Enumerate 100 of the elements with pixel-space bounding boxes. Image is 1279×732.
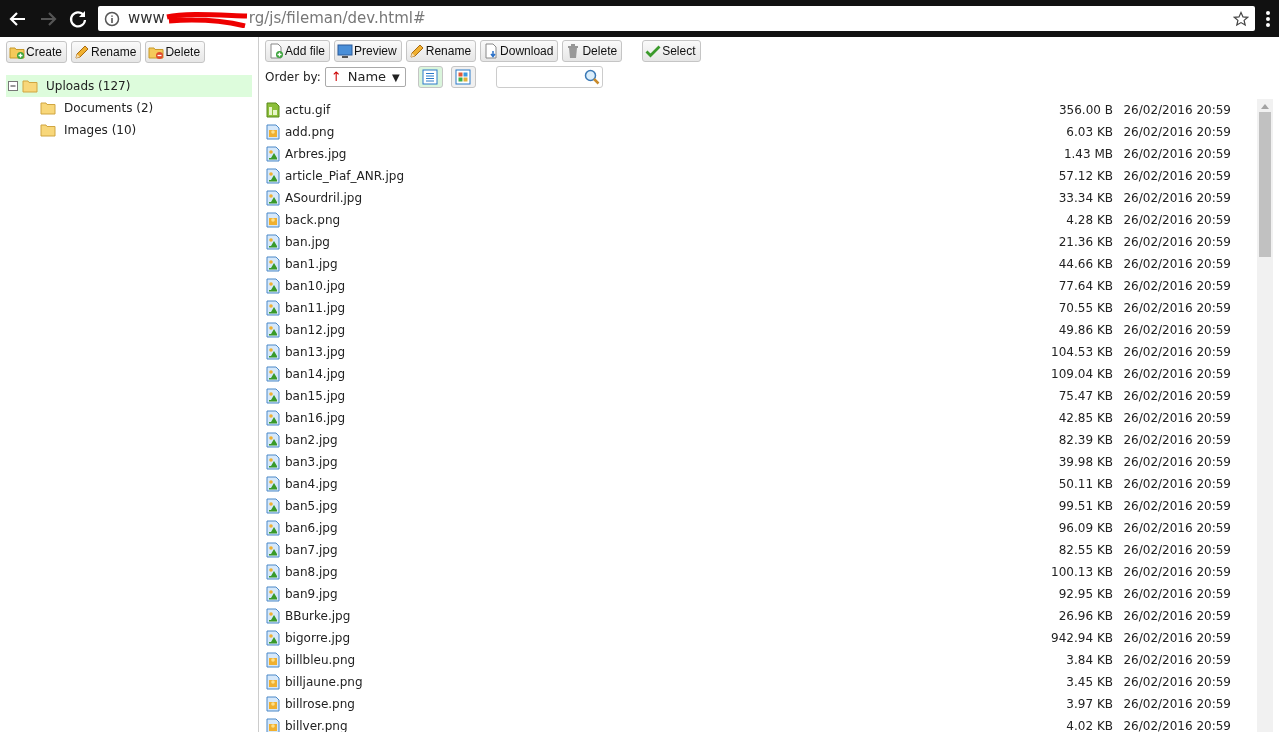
file-name[interactable]: ban15.jpg [281, 387, 993, 405]
list-view-button[interactable] [417, 66, 443, 88]
file-size: 26.96 KB [1057, 608, 1113, 625]
toolbar-button[interactable]: Add file [265, 40, 331, 62]
file-date: 26/02/2016 20:59 [1122, 718, 1231, 732]
file-name[interactable]: ban9.jpg [281, 585, 993, 603]
image-file-icon [265, 630, 281, 646]
file-name[interactable]: ban14.jpg [281, 365, 993, 383]
file-size: 6.03 KB [1065, 124, 1113, 141]
check-icon [645, 43, 662, 59]
file-date: 26/02/2016 20:59 [1122, 102, 1231, 119]
file-name[interactable]: billver.png [281, 717, 993, 732]
grid-view-button[interactable] [450, 66, 476, 88]
file-size: 100.13 KB [1050, 564, 1113, 581]
search-icon[interactable] [583, 69, 600, 85]
file-size: 33.34 KB [1057, 190, 1113, 207]
image-file-icon [265, 454, 281, 470]
image-file-icon [265, 542, 281, 558]
pencil-icon [408, 43, 425, 59]
file-size: 109.04 KB [1050, 366, 1113, 383]
image-file-icon [265, 278, 281, 294]
tree-item[interactable]: Documents (2) [6, 97, 252, 119]
scrollbar-thumb[interactable] [1259, 112, 1271, 257]
file-size: 82.55 KB [1057, 542, 1113, 559]
file-name[interactable]: ban5.jpg [281, 497, 993, 515]
menu-icon[interactable] [1265, 9, 1271, 28]
image-file-icon [265, 344, 281, 360]
image-file-icon [265, 168, 281, 184]
file-name[interactable]: ASourdril.jpg [281, 189, 993, 207]
file-date: 26/02/2016 20:59 [1122, 410, 1231, 427]
toolbar-button[interactable]: Rename [405, 40, 477, 62]
file-size: 82.39 KB [1057, 432, 1113, 449]
file-name[interactable]: ban2.jpg [281, 431, 993, 449]
file-size: 21.36 KB [1057, 234, 1113, 251]
toolbar-button[interactable]: Rename [71, 41, 142, 63]
image-file-icon [265, 432, 281, 448]
order-select[interactable]: ↑ Name ▼ [324, 67, 406, 87]
file-date: 26/02/2016 20:59 [1122, 696, 1231, 713]
file-size: 942.94 KB [1050, 630, 1113, 647]
file-name[interactable]: ban11.jpg [281, 299, 993, 317]
toolbar-button[interactable]: Create [6, 41, 68, 63]
image-file-icon [265, 564, 281, 580]
file-name[interactable]: add.png [281, 123, 993, 141]
info-icon[interactable] [104, 10, 120, 27]
folder-icon [22, 78, 38, 94]
file-date: 26/02/2016 20:59 [1122, 454, 1231, 471]
file-name[interactable]: ban1.jpg [281, 255, 993, 273]
file-date: 26/02/2016 20:59 [1122, 652, 1231, 669]
file-name[interactable]: ban8.jpg [281, 563, 993, 581]
file-name[interactable]: ban7.jpg [281, 541, 993, 559]
toolbar-button[interactable]: Delete [145, 41, 206, 63]
toolbar-button[interactable]: Download [480, 40, 559, 62]
scrollbar[interactable] [1257, 99, 1273, 732]
file-size: 104.53 KB [1050, 344, 1113, 361]
file-name[interactable]: Arbres.jpg [281, 145, 993, 163]
reload-icon[interactable] [68, 8, 88, 29]
file-name[interactable]: billjaune.png [281, 673, 993, 691]
tree-item[interactable]: Uploads (127) [6, 75, 252, 97]
search-field[interactable] [495, 66, 603, 88]
file-name[interactable]: billrose.png [281, 695, 993, 713]
file-name[interactable]: billbleu.png [281, 651, 993, 669]
file-name[interactable]: back.png [281, 211, 993, 229]
file-date: 26/02/2016 20:59 [1122, 322, 1231, 339]
file-name[interactable]: ban12.jpg [281, 321, 993, 339]
url-text: www [128, 8, 165, 30]
toolbar-button[interactable]: Select [642, 40, 701, 62]
file-name[interactable]: ban16.jpg [281, 409, 993, 427]
file-name[interactable]: ban4.jpg [281, 475, 993, 493]
file-name[interactable]: ban6.jpg [281, 519, 993, 537]
star-icon[interactable] [1233, 10, 1249, 27]
toolbar-button[interactable]: Preview [334, 40, 402, 62]
file-name[interactable]: ban.jpg [281, 233, 993, 251]
file-date: 26/02/2016 20:59 [1122, 256, 1231, 273]
file-name[interactable]: ban10.jpg [281, 277, 993, 295]
collapse-icon[interactable] [8, 81, 18, 91]
file-name[interactable]: actu.gif [281, 101, 993, 119]
image-file-icon [265, 498, 281, 514]
file-size: 1.43 MB [1062, 146, 1113, 163]
file-date: 26/02/2016 20:59 [1122, 498, 1231, 515]
file-name[interactable]: BBurke.jpg [281, 607, 993, 625]
file-date: 26/02/2016 20:59 [1122, 168, 1231, 185]
folder-plus-icon [9, 44, 25, 60]
image-file-icon [265, 388, 281, 404]
url-text: rg/js/fileman/dev.html# [248, 8, 426, 30]
file-date: 26/02/2016 20:59 [1122, 234, 1231, 251]
image-file-icon [265, 718, 281, 732]
file-name[interactable]: ban3.jpg [281, 453, 993, 471]
image-file-icon [265, 586, 281, 602]
file-size: 99.51 KB [1057, 498, 1113, 515]
file-name[interactable]: bigorre.jpg [281, 629, 993, 647]
image-file-icon [265, 190, 281, 206]
file-name[interactable]: ban13.jpg [281, 343, 993, 361]
toolbar-button[interactable]: Delete [562, 40, 623, 62]
image-file-icon [265, 674, 281, 690]
file-name[interactable]: article_Piaf_ANR.jpg [281, 167, 993, 185]
image-file-icon [265, 476, 281, 492]
tree-item[interactable]: Images (10) [6, 119, 252, 141]
file-date: 26/02/2016 20:59 [1122, 366, 1231, 383]
file-date: 26/02/2016 20:59 [1122, 124, 1231, 141]
address-bar[interactable]: www rg/js/fileman/dev.html# [98, 6, 1255, 31]
